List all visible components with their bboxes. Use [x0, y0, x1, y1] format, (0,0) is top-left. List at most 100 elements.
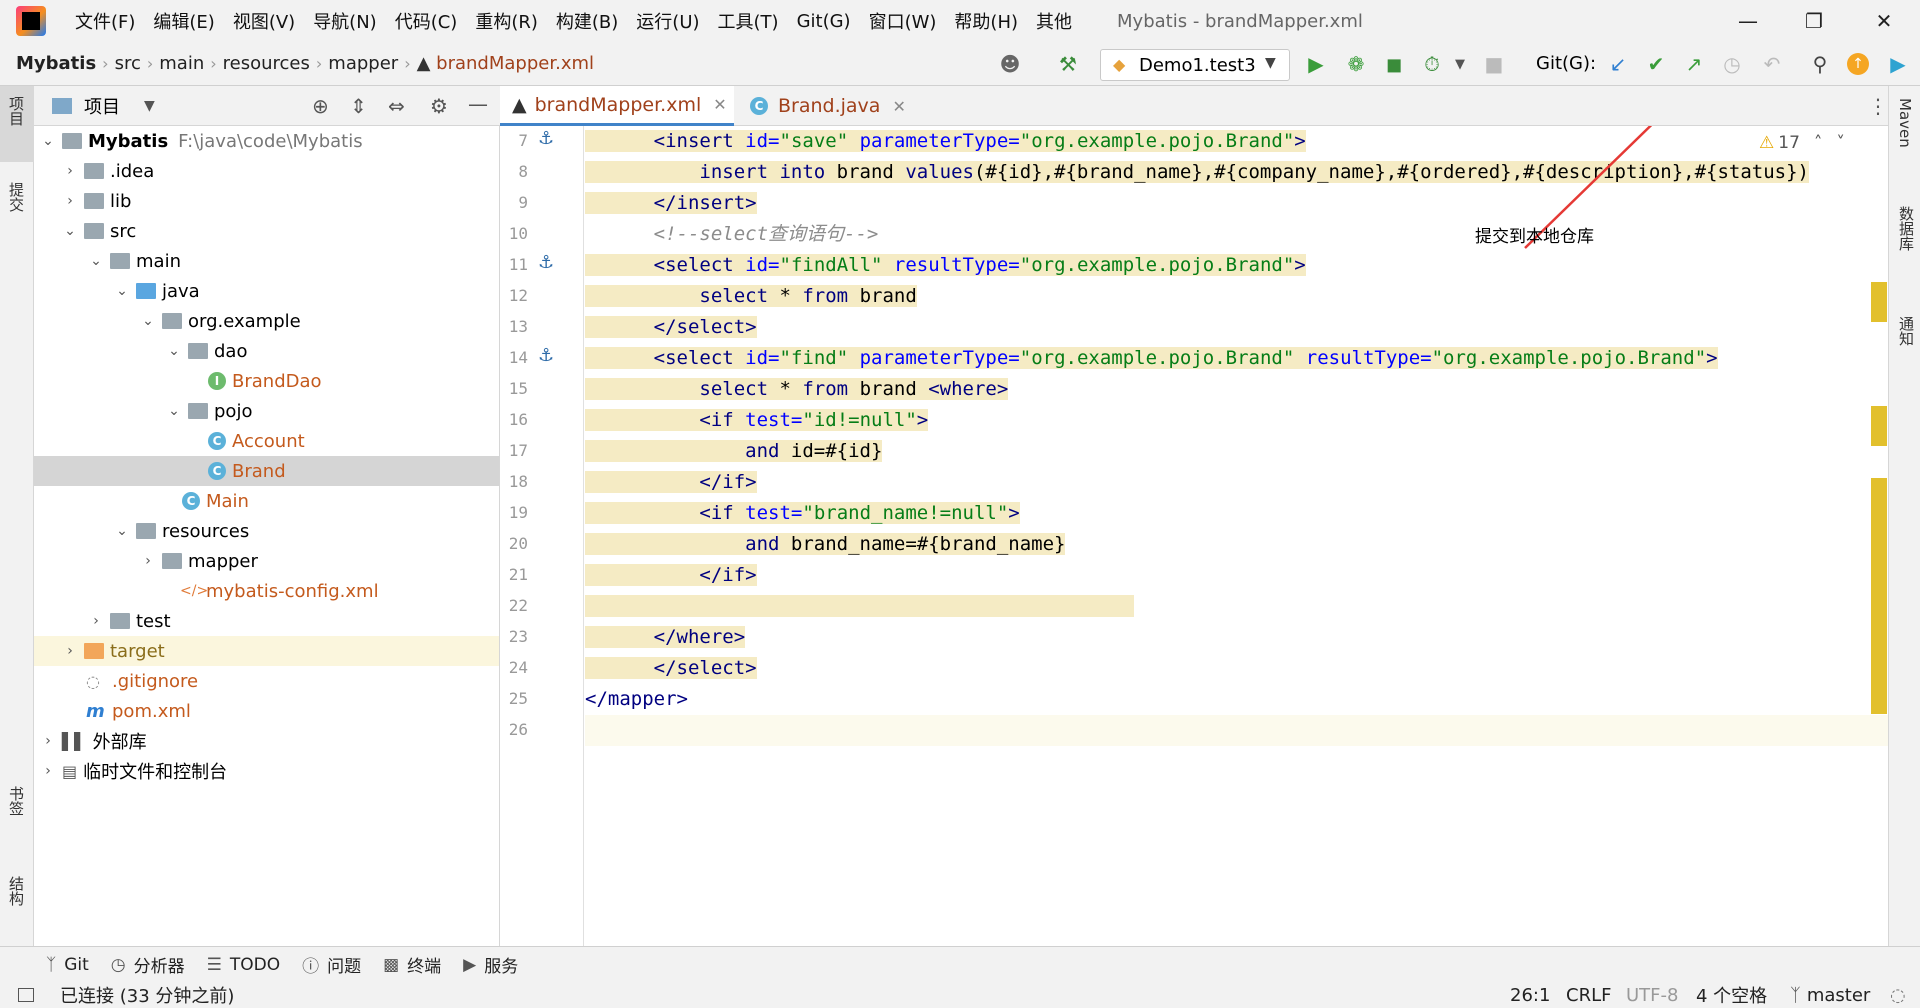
- tree-row-account[interactable]: C Account: [34, 426, 499, 456]
- tree-row-dao[interactable]: ⌄ dao: [34, 336, 499, 366]
- tree-row-org-example[interactable]: ⌄ org.example: [34, 306, 499, 336]
- close-window-button[interactable]: ✕: [1848, 0, 1920, 42]
- file-encoding[interactable]: UTF-8: [1626, 985, 1678, 1006]
- menu-code[interactable]: 代码(C): [386, 8, 467, 34]
- tab-brand-java[interactable]: C Brand.java ✕: [738, 86, 918, 126]
- project-panel-title[interactable]: 项目: [84, 93, 120, 119]
- chevron-down-icon[interactable]: ▼: [144, 98, 155, 114]
- tree-row-pom[interactable]: m pom.xml: [34, 696, 499, 726]
- collapse-all-icon[interactable]: ⇔: [388, 94, 405, 118]
- tree-row-pojo[interactable]: ⌄ pojo: [34, 396, 499, 426]
- run-config-select[interactable]: ◆ Demo1.test3 ▼: [1100, 49, 1290, 81]
- menu-navigate[interactable]: 导航(N): [304, 8, 386, 34]
- terminal-tool-tab[interactable]: ▩ 终端: [383, 952, 441, 978]
- breadcrumb-main[interactable]: main: [153, 53, 210, 74]
- todo-tool-tab[interactable]: ☰ TODO: [207, 955, 281, 975]
- tree-row-lib[interactable]: › lib: [34, 186, 499, 216]
- tree-row-java[interactable]: ⌄ java: [34, 276, 499, 306]
- update-icon[interactable]: ↑: [1844, 50, 1872, 78]
- profile-icon[interactable]: ⏱: [1418, 50, 1446, 78]
- mybatis-mapper-gutter-icon[interactable]: ⚓: [538, 345, 554, 366]
- user-icon[interactable]: ☻: [996, 50, 1024, 78]
- profiler-tool-tab[interactable]: ◷ 分析器: [111, 952, 185, 978]
- line-separator[interactable]: CRLF: [1566, 985, 1611, 1006]
- expand-all-icon[interactable]: ⇕: [350, 94, 367, 118]
- tree-row-resources[interactable]: ⌄ resources: [34, 516, 499, 546]
- breadcrumb-src[interactable]: src: [109, 53, 147, 74]
- menu-tools[interactable]: 工具(T): [709, 8, 788, 34]
- stop-icon[interactable]: ■: [1480, 50, 1508, 78]
- git-update-icon[interactable]: ↙: [1604, 50, 1632, 78]
- locate-icon[interactable]: ⊕: [312, 94, 329, 118]
- problems-tool-tab[interactable]: ⓘ 问题: [302, 952, 361, 977]
- indent-setting[interactable]: 4 个空格: [1696, 982, 1767, 1008]
- tree-row-test[interactable]: › test: [34, 606, 499, 636]
- menu-other[interactable]: 其他: [1027, 8, 1081, 34]
- build-hammer-icon[interactable]: ⚒: [1054, 50, 1082, 78]
- close-icon[interactable]: ✕: [892, 97, 905, 116]
- menu-view[interactable]: 视图(V): [224, 8, 304, 34]
- database-tool-tab[interactable]: 数据库: [1896, 206, 1917, 251]
- tree-row-main-class[interactable]: C Main: [34, 486, 499, 516]
- hide-panel-icon[interactable]: —: [468, 92, 488, 116]
- code-editor[interactable]: <insert id="save" parameterType="org.exa…: [585, 126, 1888, 946]
- breadcrumb-project[interactable]: Mybatis: [0, 53, 102, 74]
- git-push-icon[interactable]: ↗: [1680, 50, 1708, 78]
- breadcrumb-file[interactable]: ▲ brandMapper.xml: [411, 53, 600, 74]
- coverage-icon[interactable]: ◼: [1380, 50, 1408, 78]
- git-history-icon[interactable]: ◷: [1718, 50, 1746, 78]
- change-marker[interactable]: [1871, 406, 1887, 446]
- tree-row-root[interactable]: ⌄ Mybatis F:\java\code\Mybatis: [34, 126, 499, 156]
- tree-row-mybatis-config[interactable]: </> mybatis-config.xml: [34, 576, 499, 606]
- tree-row-gitignore[interactable]: ◌ .gitignore: [34, 666, 499, 696]
- toggle-tool-windows-icon[interactable]: [18, 988, 34, 1002]
- menu-edit[interactable]: 编辑(E): [144, 8, 223, 34]
- code-with-me-icon[interactable]: ▶: [1884, 50, 1912, 78]
- services-tool-tab[interactable]: ▶ 服务: [463, 952, 518, 978]
- change-marker[interactable]: [1871, 478, 1887, 714]
- structure-tool-tab[interactable]: 结构: [6, 876, 27, 906]
- maven-tool-tab[interactable]: Maven: [1896, 98, 1914, 148]
- tree-row-target[interactable]: › target: [34, 636, 499, 666]
- mybatis-mapper-gutter-icon[interactable]: ⚓: [538, 252, 554, 273]
- close-icon[interactable]: ✕: [713, 95, 726, 114]
- git-rollback-icon[interactable]: ↶: [1758, 50, 1786, 78]
- gear-icon[interactable]: ⚙: [430, 94, 448, 118]
- mybatis-mapper-gutter-icon[interactable]: ⚓: [538, 128, 554, 149]
- run-icon[interactable]: ▶: [1302, 50, 1330, 78]
- project-tool-tab[interactable]: 项目: [6, 96, 27, 126]
- minimize-button[interactable]: —: [1712, 0, 1784, 42]
- tree-row-external-libs[interactable]: › ▌▌ 外部库: [34, 726, 499, 756]
- chevron-down-icon[interactable]: ˅: [1836, 133, 1845, 153]
- bookmarks-tool-tab[interactable]: 书签: [6, 786, 27, 816]
- more-options-icon[interactable]: ⋮: [1868, 94, 1888, 118]
- menu-git[interactable]: Git(G): [788, 11, 860, 32]
- tree-row-mapper[interactable]: › mapper: [34, 546, 499, 576]
- tree-row-idea[interactable]: › .idea: [34, 156, 499, 186]
- chevron-up-icon[interactable]: ˄: [1814, 133, 1823, 153]
- cursor-position[interactable]: 26:1: [1510, 985, 1550, 1006]
- menu-file[interactable]: 文件(F): [66, 8, 144, 34]
- git-tool-tab[interactable]: ᛉ Git: [46, 955, 89, 975]
- tree-row-src[interactable]: ⌄ src: [34, 216, 499, 246]
- breadcrumb-resources[interactable]: resources: [217, 53, 316, 74]
- git-commit-check-icon[interactable]: ✔: [1642, 50, 1670, 78]
- tree-row-scratches[interactable]: › ▤ 临时文件和控制台: [34, 756, 499, 786]
- tree-row-main[interactable]: ⌄ main: [34, 246, 499, 276]
- menu-run[interactable]: 运行(U): [627, 8, 708, 34]
- commit-tool-tab[interactable]: 提交: [6, 182, 27, 212]
- restore-button[interactable]: ❐: [1778, 0, 1850, 42]
- tab-brandmapper-xml[interactable]: ▲ brandMapper.xml ✕: [500, 86, 734, 126]
- change-marker[interactable]: [1871, 282, 1887, 322]
- more-run-chevron-icon[interactable]: ▼: [1446, 50, 1474, 78]
- search-icon[interactable]: ⚲: [1806, 50, 1834, 78]
- breadcrumb-mapper[interactable]: mapper: [322, 53, 404, 74]
- menu-window[interactable]: 窗口(W): [860, 8, 946, 34]
- inspection-widget[interactable]: ⚠ 17 ˄ ˅: [1759, 130, 1881, 156]
- menu-refactor[interactable]: 重构(R): [466, 8, 547, 34]
- menu-build[interactable]: 构建(B): [547, 8, 627, 34]
- git-branch-widget[interactable]: ᛉ master: [1790, 985, 1870, 1006]
- debug-icon[interactable]: ❁: [1342, 50, 1370, 78]
- notifications-tool-tab[interactable]: 通知: [1896, 316, 1917, 346]
- tree-row-branddao[interactable]: I BrandDao: [34, 366, 499, 396]
